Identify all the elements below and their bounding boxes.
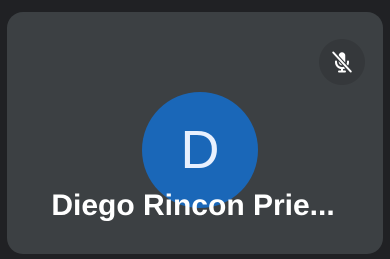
- mic-off-icon: [331, 50, 353, 74]
- participant-name: Diego Rincon Prie...: [51, 189, 335, 222]
- mute-indicator: [319, 39, 365, 85]
- avatar-initial: D: [180, 120, 220, 180]
